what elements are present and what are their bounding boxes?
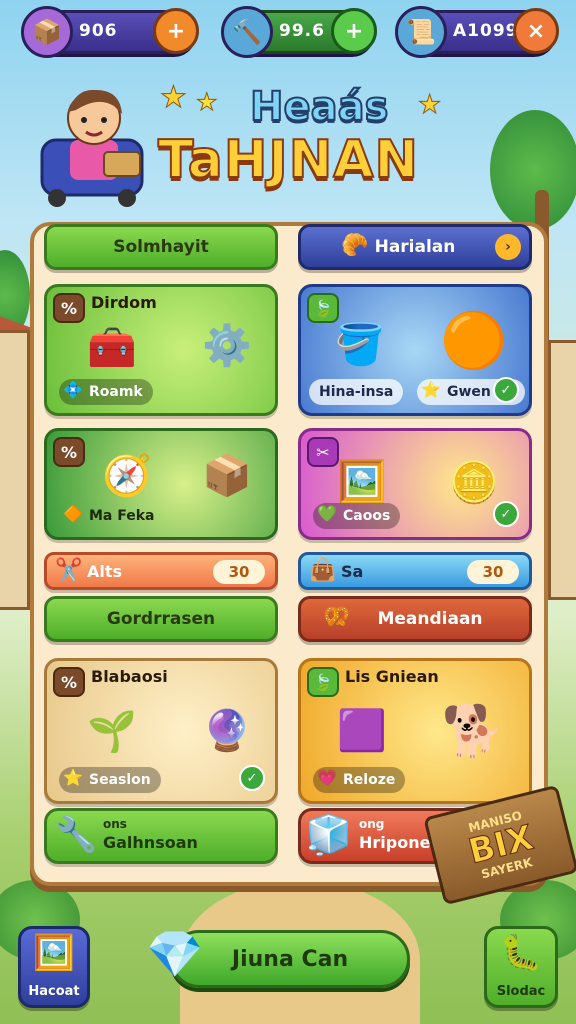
player-avatar[interactable] [32, 80, 152, 210]
card-title: Dirdom [91, 293, 157, 312]
leaf-icon: 🍃 [307, 667, 339, 697]
card-label: Hina-insa [309, 379, 404, 405]
gear-icon: 🔮 [202, 707, 252, 754]
gem-icon: 💚 [317, 504, 337, 523]
diamond-icon: 💎 [146, 926, 204, 981]
card-label: 💠 Roamk [59, 379, 153, 405]
nav-slots-button[interactable]: 🐛 Slodac [484, 926, 558, 1008]
plant-icon: 🌱 [87, 708, 137, 755]
offer-bar[interactable]: 👜 Sa 30 [298, 552, 532, 590]
compass-icon: 🧭 [102, 452, 152, 499]
add-button[interactable]: + [331, 8, 377, 54]
card-title: Lis Gniean [345, 667, 439, 686]
star-icon: ★ [196, 88, 218, 117]
pot-icon: 🪣 [335, 321, 385, 368]
bag-icon: 👜 [309, 558, 337, 583]
star-icon: ★ [160, 80, 188, 116]
card-label: 💗 Reloze [313, 767, 406, 793]
tab-label: Harialan [374, 237, 456, 257]
shop-card[interactable]: 🍃 Lis Gniean 🟪 🐕 💗 Reloze [298, 658, 532, 804]
game-subtitle: TaHJNAN [157, 129, 420, 191]
tab-right[interactable]: 🥐 Harialan › [298, 224, 532, 270]
bundle-line2: Galhnsoan [103, 833, 198, 852]
cube-icon: 🟪 [337, 707, 387, 754]
discount-tag: % [53, 437, 85, 467]
crate-icon: 📦 [21, 6, 73, 58]
nav-label: Hacoat [28, 984, 80, 999]
orb-icon: 🟠 [440, 309, 508, 372]
nav-label: Slodac [496, 984, 546, 999]
chevron-right-icon: › [495, 234, 521, 260]
bundle-line1: ong [359, 817, 385, 831]
tab-left[interactable]: Solmhayit [44, 224, 278, 270]
section-right[interactable]: 🥨 Meandiaan [298, 596, 532, 642]
card-label: ⭐ Seaslon [59, 767, 161, 793]
chest-icon: 🧰 [87, 324, 137, 371]
discount-tag: % [53, 667, 85, 697]
hammer-icon: 🔨 [221, 6, 273, 58]
check-icon: ✓ [493, 377, 519, 403]
board-icon: 🖼️ [32, 933, 76, 973]
bundle-card[interactable]: 🔧 ons Galhnsoan [44, 808, 278, 864]
close-button[interactable]: × [513, 8, 559, 54]
shop-card[interactable]: % Blabaosi 🌱 🔮 ⭐ Seaslon ✓ [44, 658, 278, 804]
worm-icon: 🐛 [499, 933, 543, 973]
offer-bar[interactable]: ✂️ Alts 30 [44, 552, 278, 590]
frame-icon: 🖼️ [337, 458, 387, 505]
bar-label: Alts [87, 561, 123, 581]
card-label: 🔶 Ma Feka [63, 504, 155, 524]
hammer-icon: 🔧 [55, 815, 98, 855]
bar-label: Sa [341, 561, 364, 581]
resource-value: A1099 [453, 21, 519, 41]
shop-card[interactable]: 🍃 🪣 🟠 Hina-insa ⭐ Gwen ✓ [298, 284, 532, 416]
check-icon: ✓ [493, 501, 519, 527]
resource-tools: 🔨 99.6 + [221, 6, 377, 58]
scroll-icon: 📜 [395, 6, 447, 58]
gem-icon: 💠 [63, 380, 83, 399]
section-left[interactable]: Gordrrasen [44, 596, 278, 642]
tab-icon: 🥐 [341, 233, 369, 258]
nav-home-button[interactable]: 🖼️ Hacoat [18, 926, 90, 1008]
house [548, 340, 576, 600]
card-label: 💚 Caoos [313, 503, 401, 529]
check-icon: ✓ [239, 765, 265, 791]
house [0, 330, 30, 610]
shop-card[interactable]: % 🧭 📦 🔶 Ma Feka [44, 428, 278, 540]
resource-crates: 📦 906 + [21, 6, 199, 58]
bar-value: 30 [467, 560, 519, 584]
resource-value: 99.6 [279, 21, 325, 41]
pet-icon: 🐕 [441, 701, 505, 760]
card-title: Blabaosi [91, 667, 168, 686]
bundle-line1: ons [103, 817, 127, 831]
shield-icon: 🔶 [63, 504, 83, 523]
resource-scrolls: 📜 A1099 × [395, 6, 559, 58]
pretzel-icon: 🥨 [323, 605, 351, 630]
game-title: Heaás [249, 83, 389, 131]
star-icon: ⭐ [421, 380, 441, 399]
star-icon: ★ [417, 90, 442, 121]
add-button[interactable]: + [153, 8, 199, 54]
scissors-icon: ✂️ [55, 558, 83, 583]
shop-card[interactable]: % Dirdom 🧰 ⚙️ 💠 Roamk [44, 284, 278, 416]
star-icon: ⭐ [63, 768, 83, 787]
play-button[interactable]: Jiuna Can [170, 930, 410, 988]
arrow-icon: 💗 [317, 768, 337, 787]
palm-tree [490, 110, 576, 230]
section-label: Meandiaan [377, 609, 483, 629]
shop-card[interactable]: ✂ 🖼️ 🪙 💚 Caoos ✓ [298, 428, 532, 540]
bar-value: 30 [213, 560, 265, 584]
ice-cube-icon: 🧊 [305, 813, 353, 857]
crate-icon: 📦 [202, 452, 252, 499]
machine-icon: ⚙️ [202, 322, 252, 369]
resource-value: 906 [79, 21, 118, 41]
